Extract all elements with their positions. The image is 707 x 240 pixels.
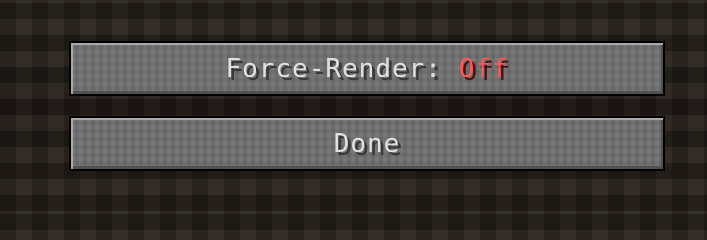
force-render-button-text: Force-Render: Off [225,56,508,82]
force-render-value: Off [458,53,509,84]
force-render-toggle-button[interactable]: Force-Render: Off [69,41,665,96]
force-render-label: Force-Render: [225,53,459,84]
done-button[interactable]: Done [69,116,665,171]
done-button-label: Done [333,128,401,159]
